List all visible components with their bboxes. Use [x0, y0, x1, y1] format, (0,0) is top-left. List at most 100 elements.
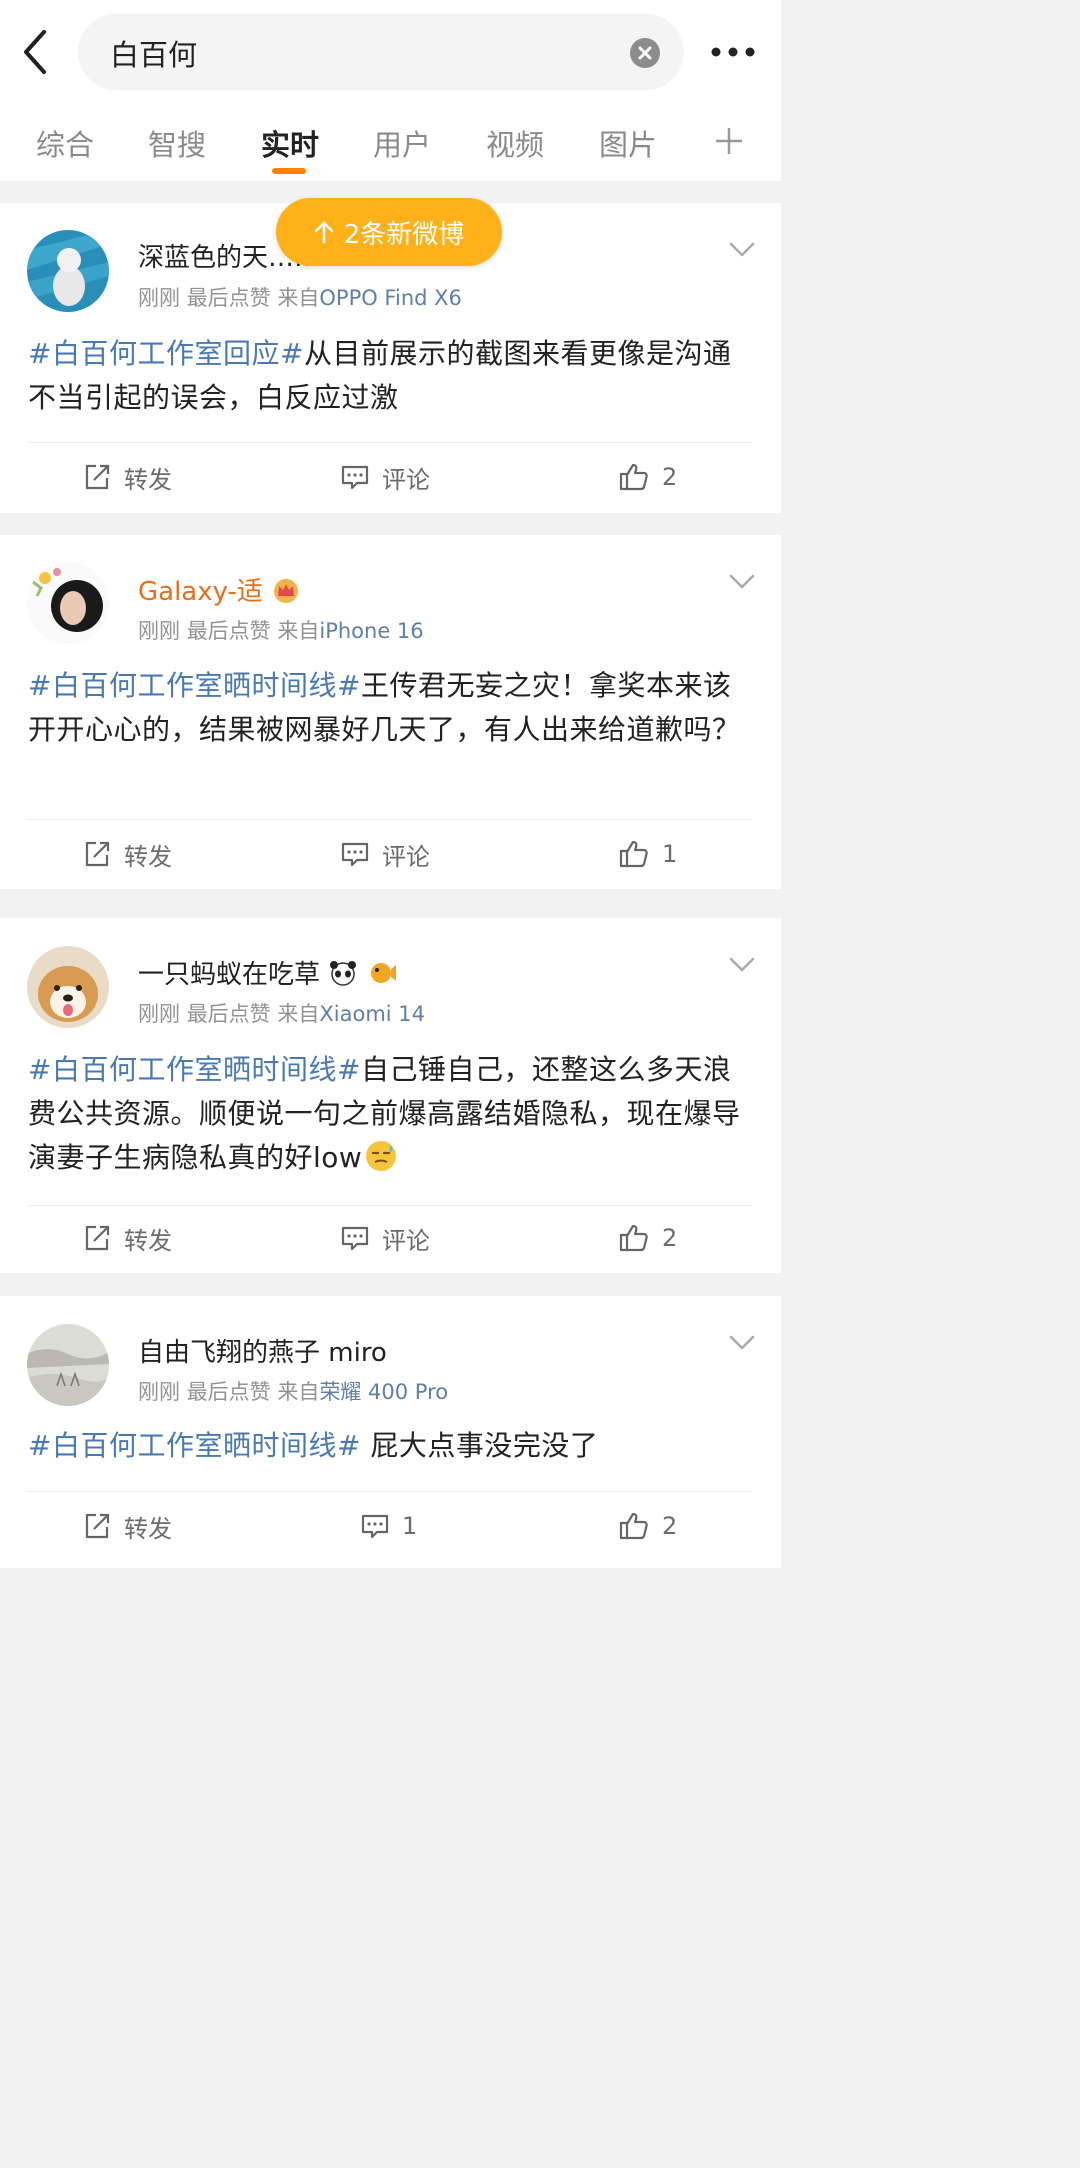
like-count: 2: [662, 1224, 678, 1252]
tab-users[interactable]: 用户: [373, 122, 431, 164]
clear-search-button[interactable]: [630, 38, 660, 68]
feed-post: Galaxy-适 刚刚 最后点赞 来自iPhone 16 #白百何工作室晒时间线…: [0, 535, 781, 889]
username[interactable]: 一只蚂蚁在吃草: [138, 954, 397, 991]
like-button[interactable]: 2: [618, 447, 677, 507]
topic-link[interactable]: #白百何工作室晒时间线#: [28, 669, 361, 702]
thumbs-up-icon: [619, 1224, 648, 1252]
repost-button[interactable]: 转发: [82, 1208, 172, 1268]
chevron-down-icon: [729, 1335, 755, 1350]
comment-count: 1: [402, 1512, 418, 1540]
comment-icon: [341, 1226, 369, 1251]
topic-link[interactable]: #白百何工作室回应#: [28, 337, 304, 370]
tab-images[interactable]: 图片: [599, 122, 657, 164]
repost-icon: [85, 1225, 110, 1251]
search-input[interactable]: 白百何: [78, 14, 684, 90]
avatar[interactable]: [27, 230, 109, 312]
sweat-smile-emoji-icon: [366, 1141, 397, 1171]
post-menu-button[interactable]: [728, 956, 756, 974]
post-actions: 转发 1 2: [0, 1496, 781, 1556]
repost-label: 转发: [124, 465, 172, 494]
divider: [28, 1205, 753, 1206]
repost-label: 转发: [124, 1514, 172, 1543]
repost-button[interactable]: 转发: [82, 447, 172, 507]
repost-button[interactable]: 转发: [82, 824, 172, 884]
pufferfish-emoji-icon: [370, 963, 396, 983]
comment-icon: [361, 1514, 389, 1539]
add-tab-button[interactable]: [712, 124, 746, 158]
thumbs-up-icon: [619, 1512, 648, 1540]
new-posts-button[interactable]: 2条新微博: [276, 198, 502, 266]
comment-button[interactable]: 评论: [340, 447, 430, 507]
like-status: 最后点赞: [186, 619, 271, 643]
arrow-up-icon: [314, 221, 334, 244]
post-time: 刚刚: [138, 1002, 180, 1026]
active-tab-indicator: [272, 168, 306, 174]
divider: [28, 442, 753, 443]
repost-icon: [85, 841, 110, 867]
source-prefix: 来自: [277, 286, 320, 310]
divider: [28, 819, 753, 820]
comment-icon: [341, 842, 369, 867]
username[interactable]: Galaxy-适: [138, 571, 301, 608]
topic-link[interactable]: #白百何工作室晒时间线#: [28, 1429, 361, 1462]
tab-smart-search[interactable]: 智搜: [148, 122, 206, 164]
thumbs-up-icon: [619, 840, 648, 868]
post-menu-button[interactable]: [728, 1334, 756, 1352]
divider: [28, 1491, 753, 1492]
source-prefix: 来自: [277, 619, 320, 643]
crown-badge-icon: [274, 579, 299, 603]
post-menu-button[interactable]: [728, 573, 756, 591]
post-menu-button[interactable]: [728, 241, 756, 259]
post-meta: 刚刚 最后点赞 来自荣耀 400 Pro: [138, 1376, 448, 1406]
new-posts-label: 2条新微博: [343, 219, 465, 250]
source-device: iPhone 16: [319, 619, 424, 643]
like-button[interactable]: 1: [618, 824, 677, 884]
chevron-down-icon: [729, 574, 755, 589]
comment-button[interactable]: 1: [360, 1496, 417, 1556]
comment-label: 评论: [382, 842, 430, 871]
like-status: 最后点赞: [186, 286, 271, 310]
repost-label: 转发: [124, 1226, 172, 1255]
like-button[interactable]: 2: [618, 1208, 677, 1268]
repost-icon: [85, 1513, 110, 1539]
avatar[interactable]: [27, 1324, 109, 1406]
comment-label: 评论: [382, 1226, 430, 1255]
username-text: Galaxy-适: [138, 577, 263, 607]
close-icon: [638, 46, 652, 60]
repost-button[interactable]: 转发: [82, 1496, 172, 1556]
source-device: Xiaomi 14: [319, 1002, 426, 1026]
more-options-button[interactable]: [708, 38, 758, 66]
like-button[interactable]: 2: [618, 1496, 677, 1556]
comment-button[interactable]: 评论: [340, 824, 430, 884]
avatar[interactable]: [27, 946, 109, 1028]
back-button[interactable]: [14, 26, 54, 78]
post-actions: 转发 评论 1: [0, 824, 781, 884]
chevron-down-icon: [729, 242, 755, 257]
tab-videos[interactable]: 视频: [486, 122, 544, 164]
search-tabs: 综合 智搜 实时 用户 视频 图片: [0, 110, 781, 181]
avatar[interactable]: [27, 562, 109, 644]
like-status: 最后点赞: [186, 1380, 271, 1404]
post-body: #白百何工作室晒时间线#王传君无妄之灾！拿奖本来该开开心心的，结果被网暴好几天了…: [28, 664, 758, 752]
tab-comprehensive[interactable]: 综合: [36, 122, 94, 164]
username[interactable]: 自由飞翔的燕子 miro: [138, 1332, 387, 1369]
post-meta: 刚刚 最后点赞 来自Xiaomi 14: [138, 998, 425, 1028]
like-status: 最后点赞: [186, 1002, 271, 1026]
tab-realtime[interactable]: 实时: [261, 122, 319, 164]
comment-button[interactable]: 评论: [340, 1208, 430, 1268]
top-bar: 白百何 综合 智搜 实时 用户 视频 图片: [0, 0, 781, 181]
post-body: #白百何工作室晒时间线#自己锤自己，还整这么多天浪费公共资源。顺便说一句之前爆高…: [28, 1048, 758, 1180]
source-prefix: 来自: [277, 1380, 320, 1404]
topic-link[interactable]: #白百何工作室晒时间线#: [28, 1053, 361, 1086]
username-text: 一只蚂蚁在吃草: [138, 960, 321, 990]
post-time: 刚刚: [138, 1380, 180, 1404]
more-dots-icon: [711, 47, 755, 57]
post-meta: 刚刚 最后点赞 来自iPhone 16: [138, 615, 424, 645]
feed-post: 一只蚂蚁在吃草 刚刚 最后点赞 来自Xiaomi 14 #白百何工作室晒时间线#…: [0, 918, 781, 1273]
source-device: 荣耀 400 Pro: [319, 1380, 449, 1404]
post-meta: 刚刚 最后点赞 来自OPPO Find X6: [138, 282, 462, 312]
thumbs-up-icon: [619, 463, 648, 491]
source-device: OPPO Find X6: [319, 286, 462, 310]
post-body: #白百何工作室晒时间线# 屁大点事没完没了: [28, 1424, 758, 1468]
plus-icon: [716, 128, 742, 154]
